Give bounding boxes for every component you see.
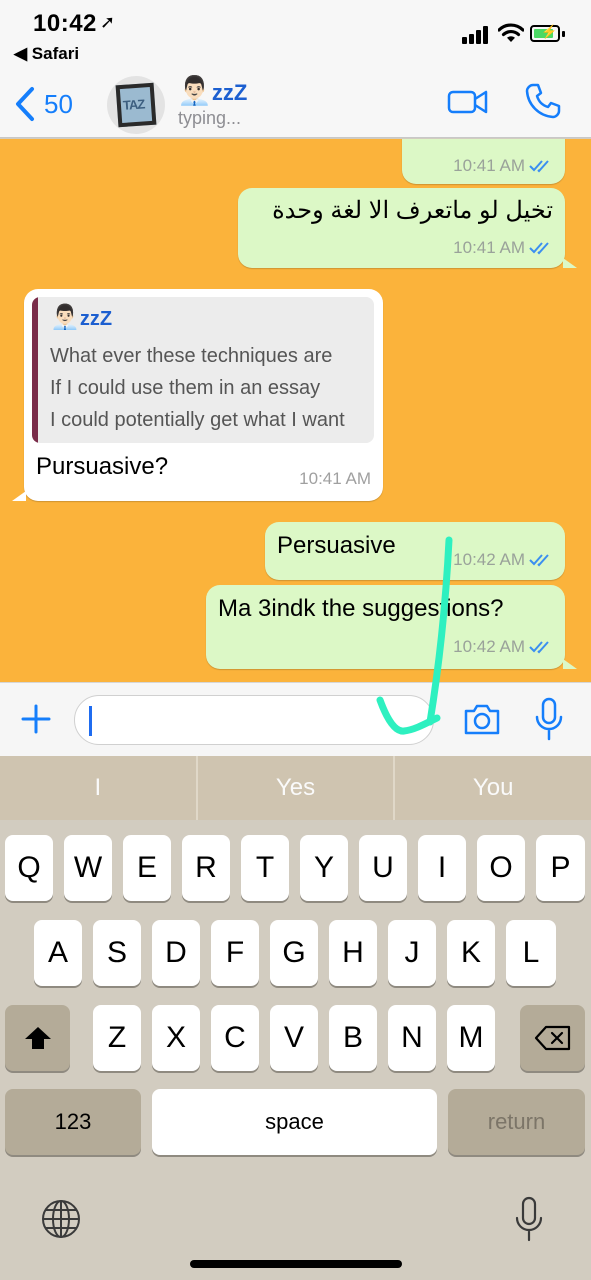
key[interactable]: K xyxy=(447,920,495,986)
chat-header: 50 TAZ 👨🏻‍💼zzZ typing... xyxy=(0,72,591,138)
key[interactable]: V xyxy=(270,1005,318,1071)
message-meta: 10:41 AM xyxy=(299,469,371,489)
globe-icon[interactable] xyxy=(40,1198,82,1240)
key[interactable]: L xyxy=(506,920,556,986)
back-to-safari-link[interactable]: ◀ Safari xyxy=(14,44,79,64)
predictive-text-bar: I Yes You xyxy=(0,756,591,820)
quote-author: 👨🏻‍💼zzZ xyxy=(50,304,113,331)
read-ticks-icon xyxy=(529,641,549,654)
read-ticks-icon xyxy=(529,554,549,567)
battery-icon: ⚡ xyxy=(530,24,560,42)
shift-arrow-icon xyxy=(24,1027,51,1049)
shift-key[interactable] xyxy=(5,1005,70,1071)
key[interactable]: X xyxy=(152,1005,200,1071)
prediction[interactable]: I xyxy=(0,756,198,820)
read-ticks-icon xyxy=(529,242,549,255)
message-bubble-outgoing[interactable]: Ma 3indk the suggestions? 10:42 AM xyxy=(206,585,577,669)
dictation-microphone-icon[interactable] xyxy=(514,1196,544,1242)
message-text: تخيل لو ماتعرف الا لغة وحدة xyxy=(272,197,553,224)
typing-status: typing... xyxy=(178,108,242,128)
prediction[interactable]: You xyxy=(395,756,591,820)
key[interactable]: F xyxy=(211,920,259,986)
contact-avatar[interactable]: TAZ xyxy=(107,76,165,134)
wifi-icon xyxy=(498,23,524,42)
quote-line: I could potentially get what I want xyxy=(50,409,345,431)
key[interactable]: G xyxy=(270,920,318,986)
quote-line: If I could use them in an essay xyxy=(50,377,321,399)
message-text: Ma 3indk the suggestions? xyxy=(218,595,504,622)
phone-icon[interactable] xyxy=(524,82,562,120)
prediction[interactable]: Yes xyxy=(198,756,396,820)
message-input[interactable] xyxy=(74,695,434,745)
quote-line: What ever these techniques are xyxy=(50,345,333,367)
key[interactable]: B xyxy=(329,1005,377,1071)
message-text: Persuasive xyxy=(277,532,396,559)
key[interactable]: W xyxy=(64,835,112,901)
message-meta: 10:42 AM xyxy=(453,637,553,657)
key[interactable]: T xyxy=(241,835,289,901)
location-arrow-icon: ➚ xyxy=(100,12,116,32)
message-time: 10:41 AM xyxy=(453,238,525,257)
camera-icon[interactable] xyxy=(462,701,502,737)
read-ticks-icon xyxy=(529,160,549,173)
status-bar: 10:42 ➚ ◀ Safari ⚡ xyxy=(0,0,591,72)
keyboard: I Yes You Q W E R T Y U I O P A S D F G … xyxy=(0,756,591,1280)
avatar-label: TAZ xyxy=(122,96,145,113)
numbers-key[interactable]: 123 xyxy=(5,1089,141,1155)
key[interactable]: D xyxy=(152,920,200,986)
message-bubble-incoming[interactable]: 👨🏻‍💼zzZ What ever these techniques are I… xyxy=(12,289,383,501)
unread-count: 50 xyxy=(44,88,73,119)
message-meta: 10:41 AM xyxy=(453,156,553,176)
message-meta: 10:42 AM xyxy=(453,550,553,570)
message-meta: 10:41 AM xyxy=(453,238,553,258)
plus-icon[interactable] xyxy=(20,703,52,735)
key[interactable]: N xyxy=(388,1005,436,1071)
key[interactable]: A xyxy=(34,920,82,986)
key[interactable]: Q xyxy=(5,835,53,901)
back-button[interactable]: 50 xyxy=(10,82,73,126)
message-time: 10:42 AM xyxy=(453,550,525,569)
sleep-zzz: zzZ xyxy=(211,80,248,105)
chat-area[interactable]: 10:41 AM تخيل لو ماتعرف الا لغة وحدة 10:… xyxy=(0,139,591,682)
key[interactable]: Y xyxy=(300,835,348,901)
cellular-signal-icon xyxy=(462,24,492,44)
key[interactable]: P xyxy=(536,835,585,901)
quote-bar xyxy=(32,297,38,443)
backspace-icon xyxy=(534,1025,570,1051)
battery-tip xyxy=(562,31,565,37)
key[interactable]: H xyxy=(329,920,377,986)
key[interactable]: S xyxy=(93,920,141,986)
message-input-bar xyxy=(0,682,591,756)
message-bubble-outgoing[interactable]: تخيل لو ماتعرف الا لغة وحدة 10:41 AM xyxy=(238,188,577,268)
message-time: 10:41 AM xyxy=(453,156,525,175)
key[interactable]: M xyxy=(447,1005,495,1071)
contact-name[interactable]: 👨🏻‍💼zzZ xyxy=(177,74,247,107)
delete-key[interactable] xyxy=(520,1005,585,1071)
contact-emoji: 👨🏻‍💼 xyxy=(177,75,212,106)
key[interactable]: Z xyxy=(93,1005,141,1071)
chevron-left-icon xyxy=(16,87,34,121)
message-time: 10:42 AM xyxy=(453,637,525,656)
space-key[interactable]: space xyxy=(152,1089,437,1155)
key[interactable]: I xyxy=(418,835,466,901)
home-indicator xyxy=(190,1260,402,1268)
quoted-message[interactable]: 👨🏻‍💼zzZ What ever these techniques are I… xyxy=(32,297,374,443)
text-caret xyxy=(89,706,92,736)
message-bubble-outgoing[interactable]: Persuasive 10:42 AM xyxy=(265,522,565,580)
return-key[interactable]: return xyxy=(448,1089,585,1155)
clock: 10:42 xyxy=(33,10,97,37)
key[interactable]: E xyxy=(123,835,171,901)
key[interactable]: C xyxy=(211,1005,259,1071)
message-bubble-outgoing[interactable]: 10:41 AM xyxy=(402,139,565,184)
key[interactable]: U xyxy=(359,835,407,901)
key[interactable]: R xyxy=(182,835,230,901)
key[interactable]: O xyxy=(477,835,525,901)
message-text: Pursuasive? xyxy=(36,453,169,480)
message-time: 10:41 AM xyxy=(299,469,371,488)
microphone-icon[interactable] xyxy=(534,697,564,741)
key[interactable]: J xyxy=(388,920,436,986)
video-call-icon[interactable] xyxy=(447,86,489,118)
